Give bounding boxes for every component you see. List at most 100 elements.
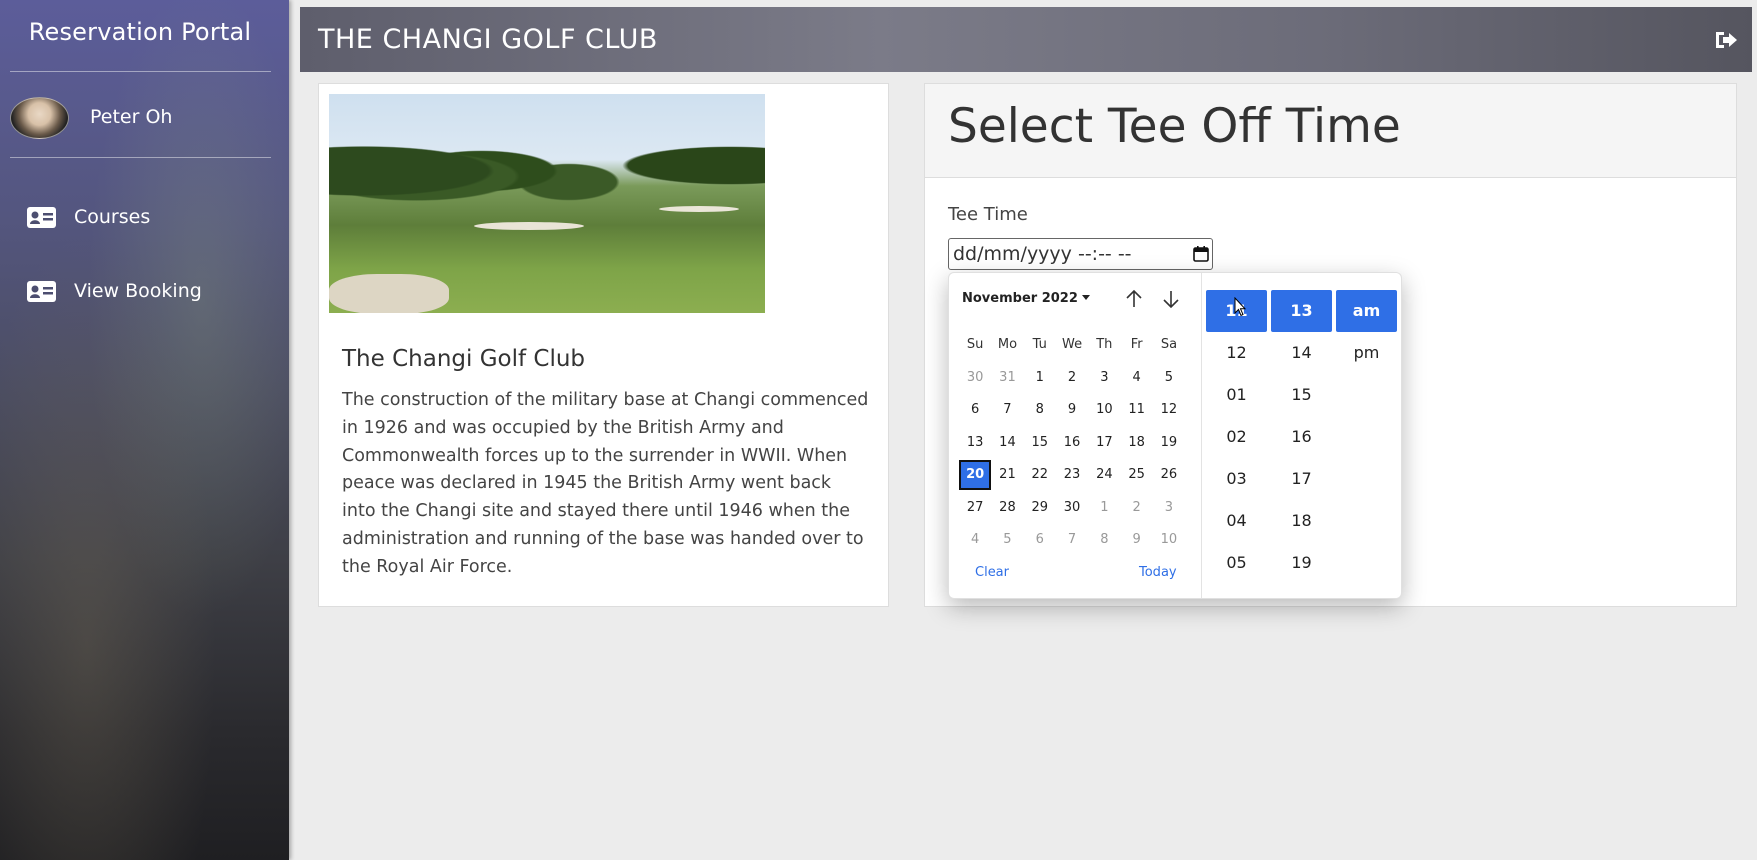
- calendar-day[interactable]: 10: [1153, 527, 1185, 560]
- calendar-day[interactable]: 3: [1088, 365, 1120, 398]
- month-label: November 2022: [962, 291, 1078, 306]
- hour-option[interactable]: 05: [1206, 542, 1267, 584]
- brand-title: Reservation Portal: [28, 18, 252, 46]
- user-name: Peter Oh: [90, 106, 173, 128]
- sidebar-item-label: Courses: [74, 206, 151, 228]
- sidebar-item-courses[interactable]: Courses: [27, 206, 150, 228]
- arrow-up-icon[interactable]: [1124, 289, 1144, 309]
- sign-out-icon[interactable]: [1714, 29, 1738, 51]
- calendar-day[interactable]: 27: [959, 495, 991, 528]
- calendar-day[interactable]: 8: [1088, 527, 1120, 560]
- calendar-day[interactable]: 24: [1088, 462, 1120, 495]
- page-title: THE CHANGI GOLF CLUB: [318, 24, 658, 55]
- minute-option[interactable]: 18: [1271, 500, 1332, 542]
- today-button[interactable]: Today: [1139, 565, 1177, 580]
- course-name: The Changi Golf Club: [342, 346, 586, 372]
- calendar-day[interactable]: 23: [1056, 462, 1088, 495]
- calendar-day[interactable]: 2: [1120, 495, 1152, 528]
- calendar-week: 30 31 1 2 3 4 5: [959, 365, 1185, 398]
- calendar-week: 6 7 8 9 10 11 12: [959, 397, 1185, 430]
- calendar-day[interactable]: 4: [1120, 365, 1152, 398]
- course-card: The Changi Golf Club The construction of…: [318, 83, 889, 607]
- calendar-day[interactable]: 31: [991, 365, 1023, 398]
- calendar-icon[interactable]: [1193, 246, 1209, 262]
- calendar-day[interactable]: 8: [1024, 397, 1056, 430]
- course-image: [329, 94, 765, 313]
- minute-option[interactable]: 13: [1271, 290, 1332, 332]
- minute-column: 13 14 15 16 17 18 19: [1271, 290, 1332, 584]
- hour-column: 11120102030405: [1206, 290, 1267, 584]
- calendar-week: 4 5 6 7 8 9 10: [959, 527, 1185, 560]
- datetime-picker: November 2022 Su Mo Tu We Th Fr Sa 30 31 1 2 3 4 5 6 7…: [948, 272, 1402, 599]
- ampm-option[interactable]: pm: [1336, 332, 1397, 374]
- hour-option[interactable]: 04: [1206, 500, 1267, 542]
- minute-option[interactable]: 14: [1271, 332, 1332, 374]
- calendar-day[interactable]: 30: [1056, 495, 1088, 528]
- header-bar: THE CHANGI GOLF CLUB: [300, 7, 1752, 72]
- calendar-day[interactable]: 7: [991, 397, 1023, 430]
- weekday-label: Su: [966, 337, 984, 352]
- ampm-column: am pm: [1336, 290, 1397, 374]
- calendar-day[interactable]: 1: [1024, 365, 1056, 398]
- calendar-day[interactable]: 21: [991, 462, 1023, 495]
- calendar-day[interactable]: 12: [1153, 397, 1185, 430]
- calendar-day[interactable]: 10: [1088, 397, 1120, 430]
- sidebar-item-label: View Booking: [74, 280, 202, 302]
- weekday-label: Mo: [997, 337, 1018, 352]
- calendar-day[interactable]: 18: [1120, 430, 1152, 463]
- calendar-day[interactable]: 26: [1153, 462, 1185, 495]
- sidebar: Reservation Portal Peter Oh Courses View…: [0, 0, 289, 860]
- weekday-header: Su Mo Tu We Th Fr Sa: [959, 332, 1185, 365]
- hour-option[interactable]: 02: [1206, 416, 1267, 458]
- divider: [10, 157, 271, 158]
- calendar-day[interactable]: 9: [1056, 397, 1088, 430]
- calendar-day[interactable]: 20: [959, 460, 992, 490]
- minute-option[interactable]: 19: [1271, 542, 1332, 584]
- course-description: The construction of the military base at…: [342, 390, 869, 577]
- calendar-day[interactable]: 2: [1056, 365, 1088, 398]
- calendar-day[interactable]: 13: [959, 430, 991, 463]
- calendar-day[interactable]: 16: [1056, 430, 1088, 463]
- mouse-cursor-icon: [1234, 297, 1246, 317]
- calendar-day[interactable]: 11: [1120, 397, 1152, 430]
- calendar-day[interactable]: 3: [1153, 495, 1185, 528]
- calendar-weeks: 30 31 1 2 3 4 5 6 7 8 9 10 11 12 13 14 15 16 17 18 19 20 21 22 2…: [959, 365, 1185, 560]
- calendar-day[interactable]: 30: [959, 365, 991, 398]
- calendar-day[interactable]: 22: [1024, 462, 1056, 495]
- hour-option[interactable]: 01: [1206, 374, 1267, 416]
- tee-time-label: Tee Time: [948, 204, 1028, 225]
- calendar-day[interactable]: 6: [959, 397, 991, 430]
- minute-option[interactable]: 15: [1271, 374, 1332, 416]
- id-card-icon: [27, 280, 56, 302]
- calendar-week: 27 28 29 30 1 2 3: [959, 495, 1185, 528]
- calendar-day[interactable]: 28: [991, 495, 1023, 528]
- minute-option[interactable]: 17: [1271, 458, 1332, 500]
- hour-option[interactable]: 12: [1206, 332, 1267, 374]
- calendar-day[interactable]: 17: [1088, 430, 1120, 463]
- tee-time-input[interactable]: dd/mm/yyyy --:-- --: [948, 238, 1213, 270]
- calendar-day[interactable]: 5: [991, 527, 1023, 560]
- calendar-day[interactable]: 25: [1120, 462, 1152, 495]
- calendar-day[interactable]: 14: [991, 430, 1023, 463]
- calendar-day[interactable]: 29: [1024, 495, 1056, 528]
- month-selector[interactable]: November 2022: [962, 291, 1090, 306]
- arrow-down-icon[interactable]: [1161, 289, 1181, 309]
- calendar-day[interactable]: 9: [1120, 527, 1152, 560]
- calendar-day[interactable]: 4: [959, 527, 991, 560]
- calendar-grid: Su Mo Tu We Th Fr Sa 30 31 1 2 3 4 5 6 7 8 9 10 11 12 13 14 15…: [959, 332, 1185, 560]
- minute-option[interactable]: 16: [1271, 416, 1332, 458]
- calendar-week: 20 21 22 23 24 25 26: [959, 460, 1185, 495]
- weekday-label: Th: [1096, 337, 1113, 352]
- calendar-day[interactable]: 7: [1056, 527, 1088, 560]
- calendar-day[interactable]: 5: [1153, 365, 1185, 398]
- calendar-day[interactable]: 19: [1153, 430, 1185, 463]
- ampm-option[interactable]: am: [1336, 290, 1397, 332]
- hour-option[interactable]: 03: [1206, 458, 1267, 500]
- sidebar-item-view-booking[interactable]: View Booking: [27, 280, 202, 302]
- calendar-day[interactable]: 1: [1088, 495, 1120, 528]
- calendar-day[interactable]: 6: [1024, 527, 1056, 560]
- calendar-day[interactable]: 15: [1024, 430, 1056, 463]
- weekday-label: Fr: [1130, 337, 1143, 352]
- clear-button[interactable]: Clear: [975, 565, 1009, 580]
- caret-down-icon: [1081, 295, 1090, 300]
